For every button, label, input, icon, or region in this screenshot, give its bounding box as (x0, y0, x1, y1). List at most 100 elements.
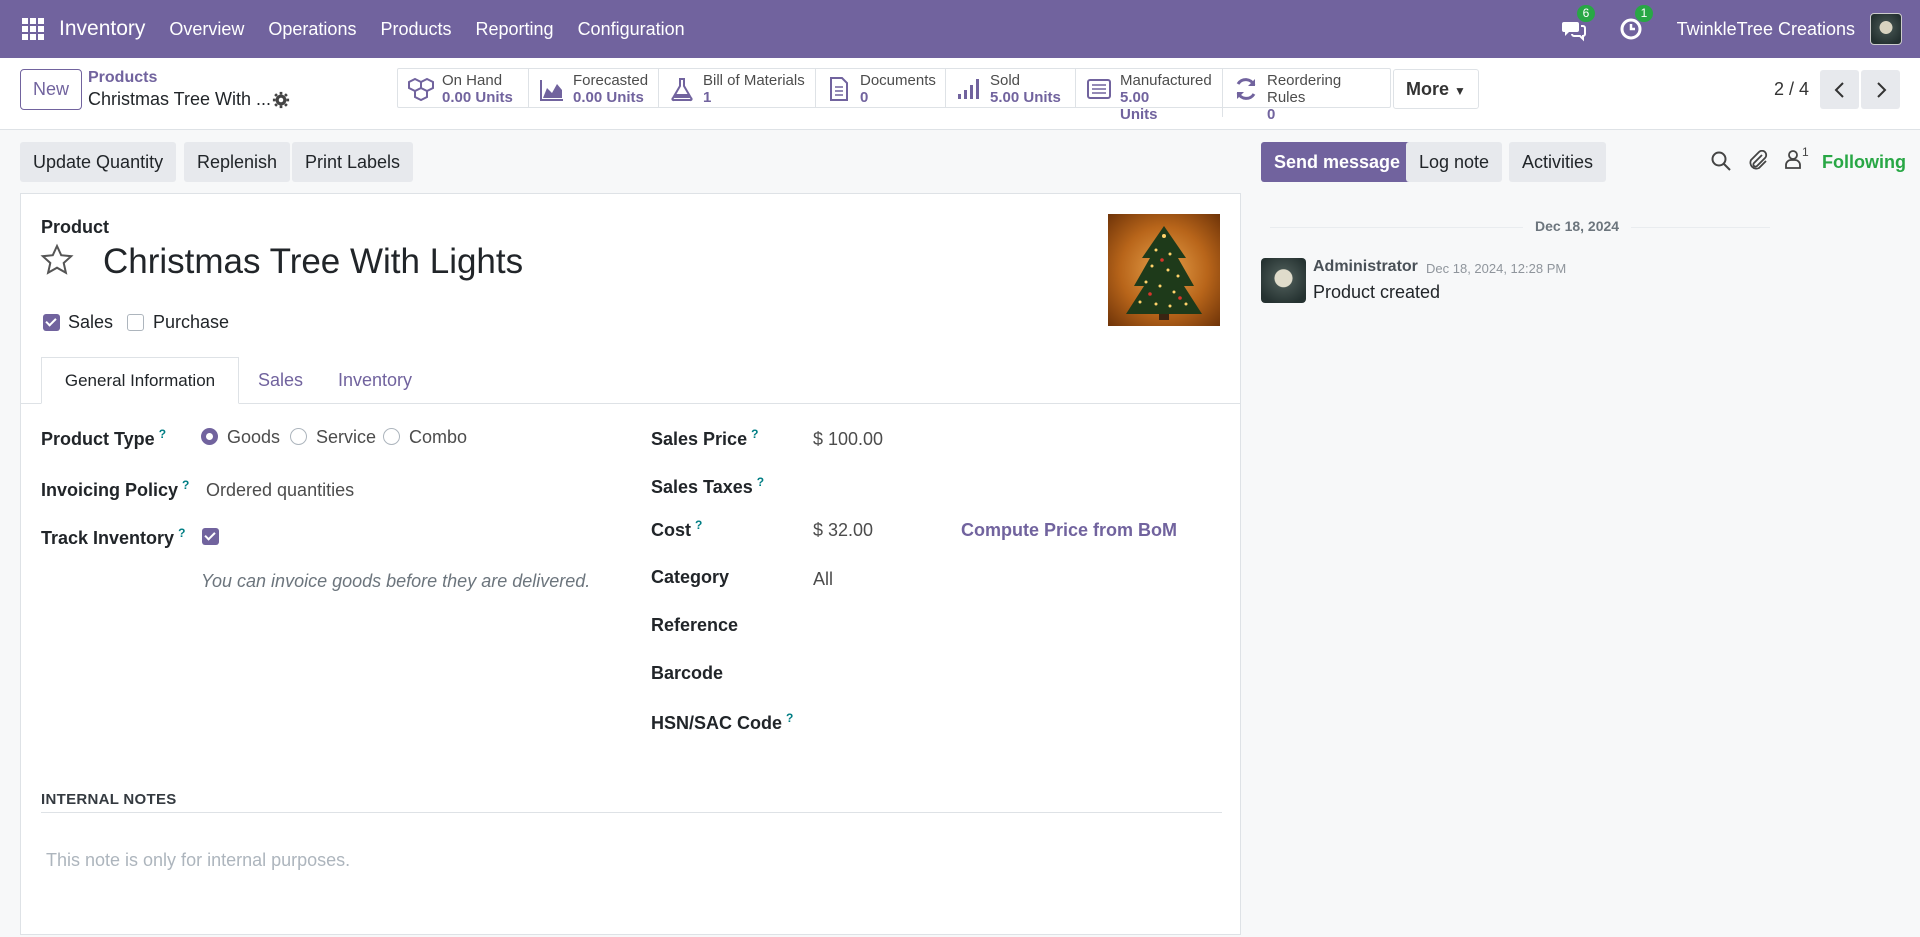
radio-service[interactable] (290, 428, 307, 445)
help-icon[interactable]: ? (178, 526, 185, 540)
update-quantity-button[interactable]: Update Quantity (20, 142, 177, 182)
breadcrumb-current: Christmas Tree With ... (88, 89, 272, 109)
smart-button-reordering[interactable]: Reordering Rules 0 (1223, 69, 1390, 123)
pager-previous-button[interactable] (1820, 70, 1859, 109)
smart-button-sold[interactable]: Sold 5.00 Units (946, 69, 1076, 107)
messages-badge: 6 (1576, 5, 1596, 22)
send-message-button[interactable]: Send message (1261, 142, 1414, 182)
message-timestamp: Dec 18, 2024, 12:28 PM (1426, 261, 1567, 276)
sales-taxes-label: Sales Taxes? (651, 475, 764, 498)
radio-combo[interactable] (383, 428, 400, 445)
product-name[interactable]: Christmas Tree With Lights (103, 242, 523, 282)
radio-goods[interactable] (201, 428, 218, 445)
tab-inventory[interactable]: Inventory (338, 370, 412, 391)
cubes-icon (408, 77, 434, 102)
activities-button[interactable]: 1 (1619, 5, 1654, 42)
help-icon[interactable]: ? (786, 711, 793, 725)
nav-products[interactable]: Products (380, 19, 451, 40)
tab-general-information-label: General Information (64, 370, 216, 390)
tab-sales[interactable]: Sales (258, 370, 303, 391)
paperclip-icon[interactable] (1748, 150, 1768, 172)
smart-button-forecasted[interactable]: Forecasted 0.00 Units (529, 69, 659, 107)
tab-general-information[interactable]: General Information (41, 357, 239, 404)
sales-checkbox-label: Sales (68, 312, 114, 332)
on-hand-label: On Hand (442, 72, 503, 89)
replenish-button[interactable]: Replenish (184, 142, 291, 182)
smart-button-bom[interactable]: Bill of Materials 1 (659, 69, 816, 107)
print-labels-button[interactable]: Print Labels (292, 142, 414, 182)
product-type-label: Product Type? (41, 427, 166, 450)
help-icon[interactable]: ? (751, 427, 758, 441)
nav-configuration[interactable]: Configuration (578, 19, 685, 40)
following-button[interactable]: Following (1822, 152, 1906, 173)
followers-button[interactable]: 1 (1784, 145, 1809, 169)
message-author[interactable]: Administrator (1313, 258, 1418, 276)
pager-next-button[interactable] (1861, 70, 1900, 109)
log-note-button[interactable]: Log note (1406, 142, 1503, 182)
internal-notes-heading: INTERNAL NOTES (41, 791, 177, 808)
cost-input[interactable]: $ 32.00 (813, 520, 873, 541)
messages-button[interactable]: 6 (1561, 5, 1596, 42)
product-image[interactable] (1108, 214, 1220, 326)
company-switcher[interactable]: TwinkleTree Creations (1677, 19, 1855, 40)
help-icon[interactable]: ? (695, 518, 702, 532)
smart-buttons: On Hand 0.00 Units Forecasted 0.00 Units B… (397, 68, 1391, 123)
internal-notes-input[interactable]: This note is only for internal purposes. (46, 850, 350, 871)
compute-price-button[interactable]: Compute Price from BoM (961, 520, 1177, 541)
signal-icon (958, 79, 979, 99)
pager-value[interactable]: 2 / 4 (1774, 79, 1809, 100)
apps-menu-icon[interactable] (22, 18, 44, 40)
barcode-input[interactable] (813, 656, 1213, 686)
sales-price-input[interactable]: $ 100.00 (813, 429, 883, 450)
cost-label-text: Cost (651, 520, 691, 540)
nav-operations[interactable]: Operations (268, 19, 356, 40)
new-button[interactable]: New (20, 69, 83, 110)
nav-reporting[interactable]: Reporting (476, 19, 554, 40)
bom-value: 1 (703, 89, 712, 106)
category-select[interactable]: All (813, 569, 833, 590)
smart-button-documents[interactable]: Documents 0 (816, 69, 946, 107)
bom-label: Bill of Materials (703, 72, 805, 89)
reference-input[interactable] (813, 608, 1213, 638)
smart-button-on-hand[interactable]: On Hand 0.00 Units (398, 69, 529, 107)
more-button[interactable]: More ▼ (1393, 69, 1479, 109)
forecasted-label: Forecasted (573, 72, 649, 89)
hsn-label: HSN/SAC Code? (651, 711, 793, 734)
sold-value: 5.00 Units (990, 89, 1061, 106)
refresh-icon (1236, 78, 1256, 100)
gear-icon[interactable] (272, 91, 290, 109)
radio-goods-label: Goods (227, 427, 281, 447)
user-icon (1785, 150, 1801, 169)
message-body: Product created (1313, 282, 1441, 302)
help-icon[interactable]: ? (182, 478, 189, 492)
activities-button[interactable]: Activities (1509, 142, 1607, 182)
radio-service-label: Service (316, 427, 377, 447)
star-icon[interactable] (40, 243, 74, 277)
smart-button-manufactured[interactable]: Manufactured 5.00 Units (1076, 69, 1223, 123)
breadcrumb-products[interactable]: Products (88, 69, 157, 87)
track-inventory-label-text: Track Inventory (41, 528, 175, 548)
track-inventory-checkbox[interactable] (202, 528, 219, 545)
track-inventory-label: Track Inventory? (41, 526, 185, 549)
app-name[interactable]: Inventory (59, 17, 145, 41)
help-icon[interactable]: ? (757, 475, 764, 489)
sales-checkbox[interactable] (43, 314, 60, 331)
user-avatar[interactable] (1870, 13, 1902, 45)
help-icon[interactable]: ? (159, 427, 166, 441)
nav-overview[interactable]: Overview (169, 19, 244, 40)
more-label: More (1406, 78, 1450, 99)
author-avatar[interactable] (1261, 258, 1306, 303)
purchase-checkbox[interactable] (127, 314, 144, 331)
product-label: Product (41, 217, 110, 237)
chevron-left-icon (1834, 81, 1844, 98)
search-icon[interactable] (1711, 150, 1731, 172)
invoicing-policy-select[interactable]: Ordered quantities (206, 480, 354, 501)
invoicing-policy-label-text: Invoicing Policy (41, 480, 179, 500)
activities-badge: 1 (1634, 5, 1654, 22)
sales-price-label: Sales Price? (651, 427, 758, 450)
manufactured-label: Manufactured (1120, 72, 1212, 89)
hsn-input[interactable] (813, 704, 1213, 734)
reordering-label: Reordering Rules (1267, 72, 1342, 106)
forecasted-value: 0.00 Units (573, 89, 644, 106)
internal-notes-divider (41, 812, 1222, 813)
